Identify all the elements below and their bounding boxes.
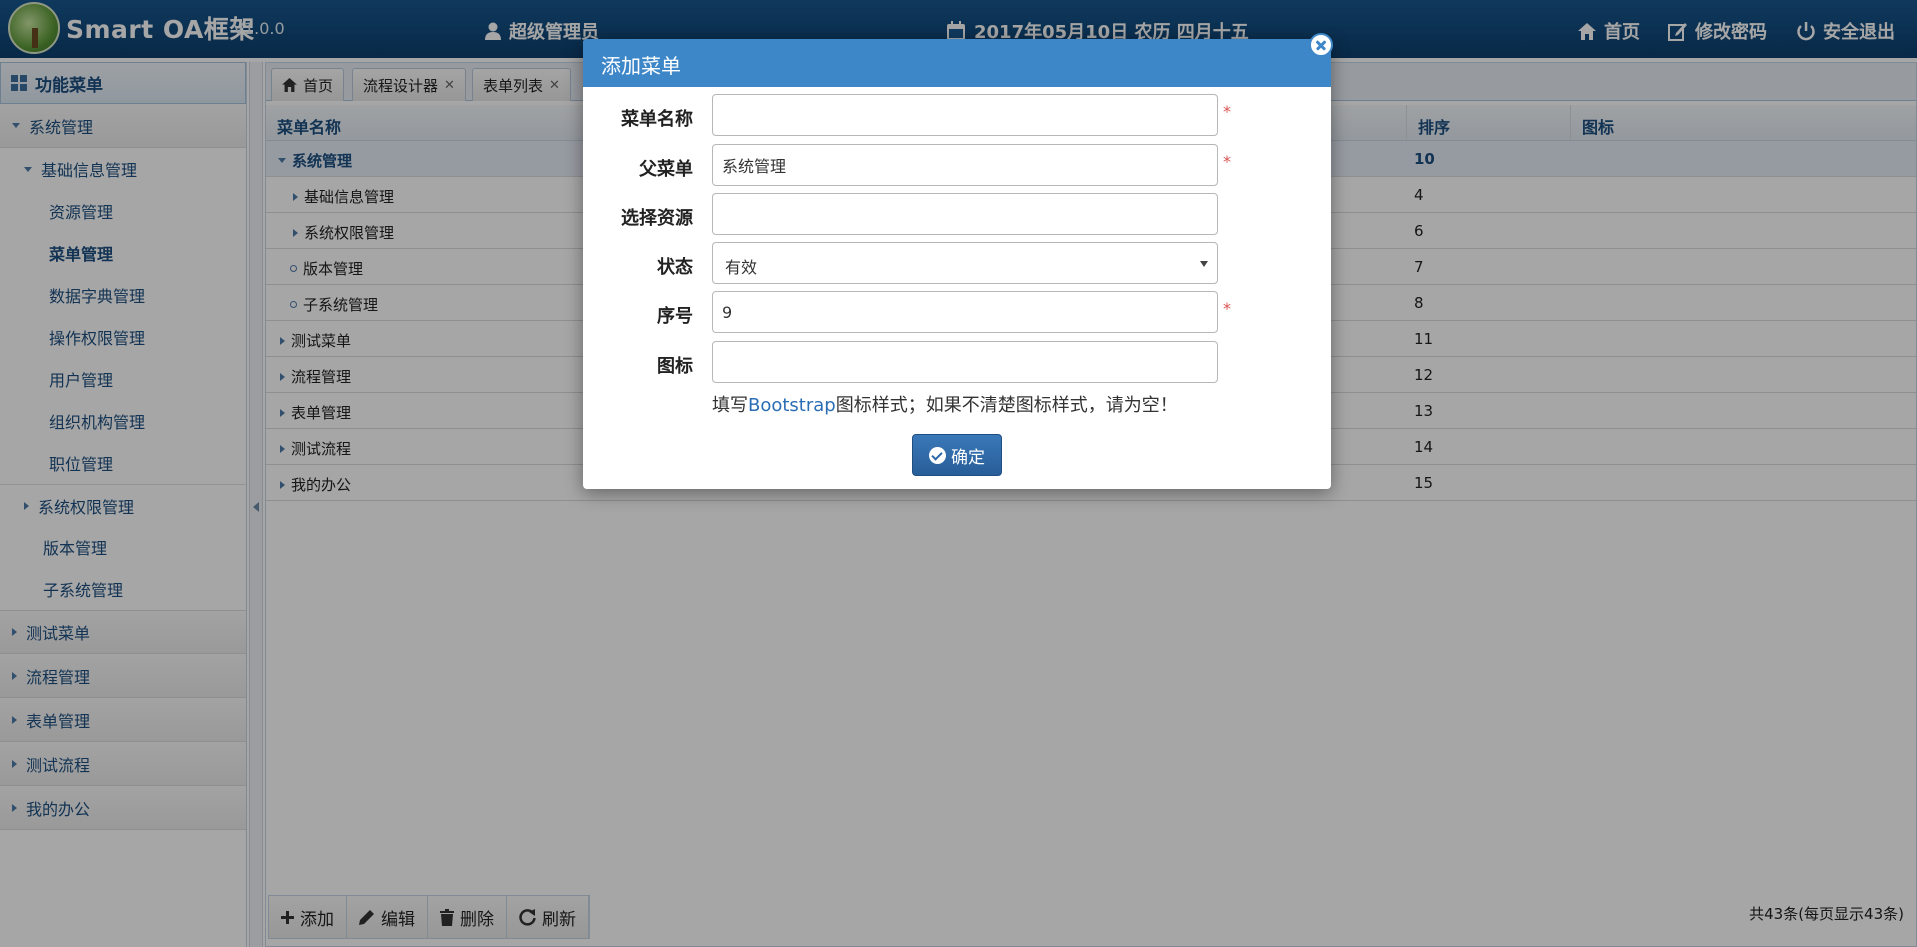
bootstrap-link[interactable]: Bootstrap: [748, 395, 836, 416]
close-icon[interactable]: [1309, 33, 1333, 57]
parent-menu-input[interactable]: [712, 144, 1218, 186]
menu-name-input[interactable]: [712, 94, 1218, 136]
add-menu-dialog: 添加菜单 菜单名称 * 父菜单 * 选择资源 状态 有效 序号 * 图标 填写B…: [583, 33, 1333, 489]
hint-suffix: 图标样式；如果不清楚图标样式，请为空！: [835, 395, 1178, 416]
order-label: 序号: [657, 306, 693, 327]
form-row-status: 状态 有效: [583, 242, 1331, 286]
required-mark: *: [1223, 299, 1231, 318]
status-selected-value: 有效: [725, 258, 758, 277]
required-mark: *: [1223, 102, 1231, 121]
resource-label: 选择资源: [621, 208, 693, 229]
form-row-parent: 父菜单 *: [583, 144, 1331, 188]
dialog-title: 添加菜单: [583, 39, 1331, 87]
resource-input[interactable]: [712, 193, 1218, 235]
form-row-icon: 图标: [583, 341, 1331, 385]
confirm-label: 确定: [951, 447, 985, 468]
parent-label: 父菜单: [639, 159, 693, 180]
required-mark: *: [1223, 152, 1231, 171]
icon-label: 图标: [657, 356, 693, 377]
hint-prefix: 填写: [712, 395, 748, 416]
form-row-menu-name: 菜单名称 *: [583, 94, 1331, 138]
status-select[interactable]: 有效: [712, 242, 1218, 284]
icon-input[interactable]: [712, 341, 1218, 383]
order-input[interactable]: [712, 291, 1218, 333]
form-row-order: 序号 *: [583, 291, 1331, 335]
form-row-resource: 选择资源: [583, 193, 1331, 237]
icon-hint: 填写Bootstrap图标样式；如果不清楚图标样式，请为空！: [712, 391, 1178, 417]
chevron-down-icon: [1200, 261, 1208, 267]
confirm-button[interactable]: 确定: [912, 434, 1002, 476]
status-label: 状态: [657, 257, 693, 278]
menu-name-label: 菜单名称: [621, 109, 693, 130]
check-circle-icon: [929, 446, 946, 464]
